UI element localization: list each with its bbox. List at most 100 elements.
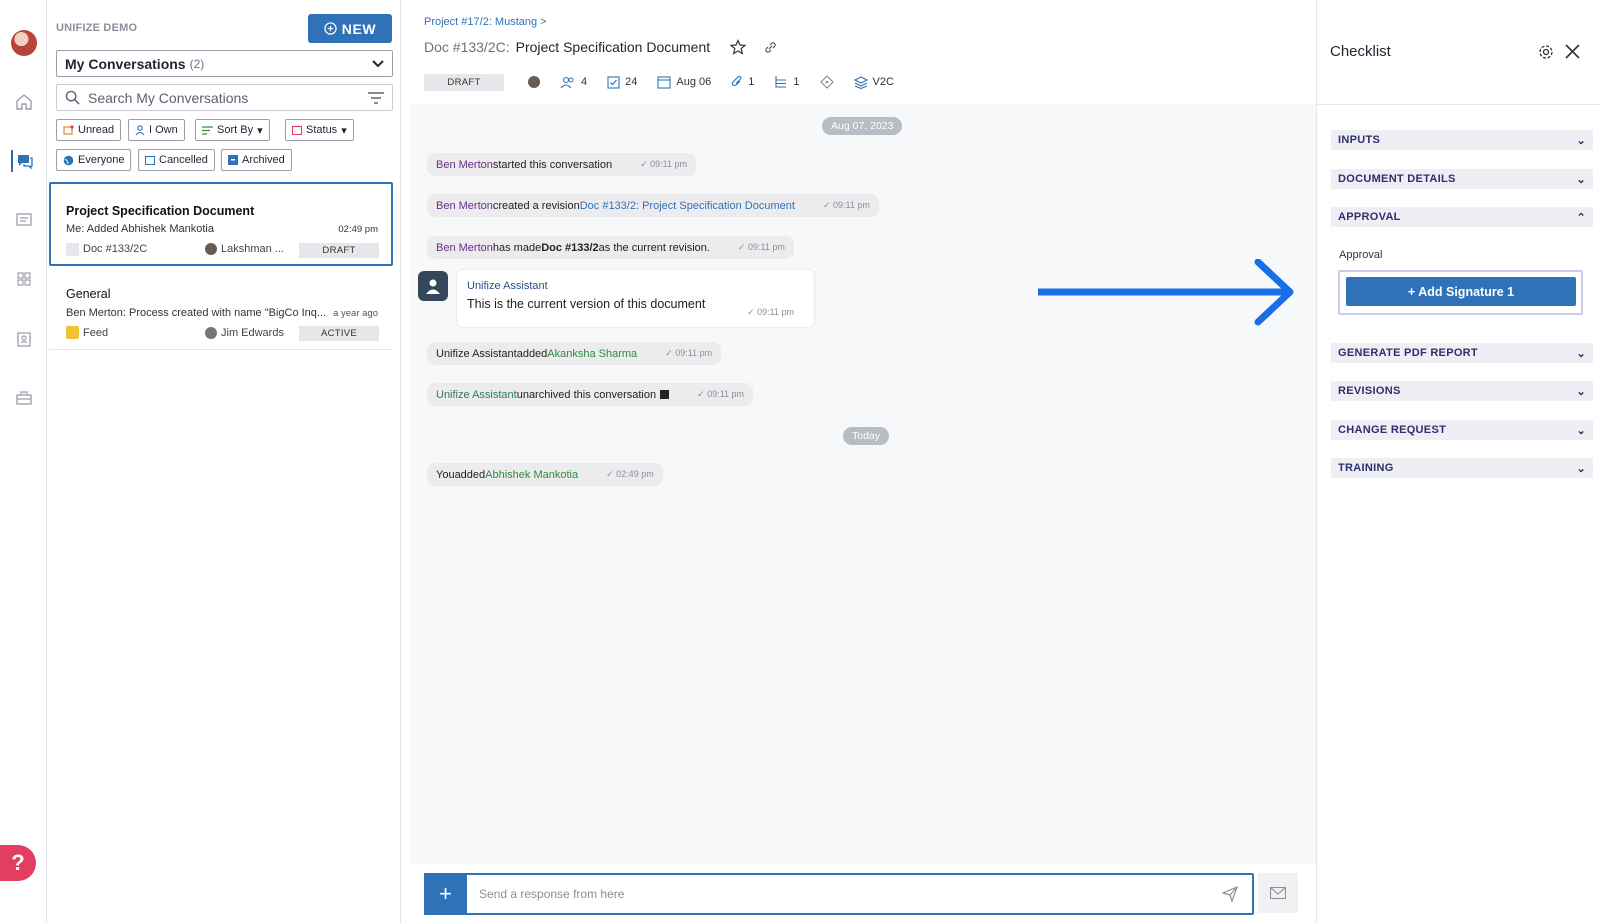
owner-avatar [205, 327, 217, 339]
chevron-down-icon [372, 59, 384, 67]
app-rail: ? [0, 0, 47, 923]
chat-message: Ben Merton has made Doc #133/2 as the cu… [427, 236, 794, 259]
flag-icon [63, 124, 74, 135]
arrow-right-icon [1038, 259, 1294, 326]
caret-down-icon: ▾ [341, 124, 347, 137]
org-name: UNIFIZE DEMO [56, 22, 138, 34]
checklist-icon [607, 76, 620, 89]
filter-icon[interactable] [368, 91, 384, 104]
owner-avatar [205, 243, 217, 255]
status-badge[interactable]: DRAFT [424, 73, 504, 91]
globe-icon [63, 155, 74, 165]
contacts-icon[interactable] [13, 328, 35, 350]
new-button[interactable]: NEW [308, 14, 392, 43]
conversation-list-pane: UNIFIZE DEMO NEW My Conversations (2) Se… [47, 0, 401, 923]
section-generate-pdf-report[interactable]: GENERATE PDF REPORT ⌄ [1331, 343, 1593, 363]
link-icon[interactable] [764, 41, 777, 54]
chevron-down-icon: ⌄ [1576, 347, 1586, 360]
date-divider: Today [843, 427, 890, 445]
gear-icon[interactable] [1538, 44, 1554, 60]
check-icon: ✓ [822, 200, 831, 210]
section-inputs[interactable]: INPUTS ⌄ [1331, 130, 1593, 150]
checklist-count[interactable]: 24 [607, 75, 637, 89]
email-button[interactable] [1258, 873, 1298, 913]
chat-message: Ben Merton created a revision Doc #133/2… [427, 194, 879, 217]
add-signature-button[interactable]: + Add Signature 1 [1346, 277, 1576, 306]
sort-by-chip[interactable]: Sort By ▾ [195, 119, 270, 141]
doc-info-bar: DRAFT 4 24 Aug 06 1 1 V2C [424, 72, 894, 92]
hierarchy-icon [775, 76, 787, 88]
chevron-down-icon: ⌄ [1576, 462, 1586, 475]
members-count[interactable]: 4 [560, 76, 587, 89]
chevron-down-icon: ⌄ [1576, 134, 1586, 147]
close-icon[interactable] [1565, 44, 1580, 59]
page-title: Doc #133/2C: Project Specification Docum… [424, 39, 777, 55]
send-icon[interactable] [1222, 886, 1238, 902]
status-filter-chip[interactable]: Status ▾ [285, 119, 354, 141]
chat-message: Ben Merton started this conversation ✓ 0… [427, 153, 697, 176]
status-badge: DRAFT [299, 243, 379, 258]
section-change-request[interactable]: CHANGE REQUEST ⌄ [1331, 420, 1593, 440]
chevron-down-icon: ⌄ [1576, 385, 1586, 398]
chat-icon[interactable] [11, 150, 37, 172]
briefcase-icon[interactable] [13, 387, 35, 409]
calendar-icon [657, 76, 671, 89]
i-own-filter-chip[interactable]: I Own [128, 119, 185, 141]
mail-icon [1270, 887, 1286, 899]
section-document-details[interactable]: DOCUMENT DETAILS ⌄ [1331, 169, 1593, 189]
view-selector[interactable]: My Conversations (2) [56, 50, 393, 77]
users-icon [560, 76, 574, 88]
check-icon: ✓ [640, 159, 648, 169]
version-tag[interactable]: V2C [853, 75, 894, 89]
paperclip-icon [732, 75, 742, 87]
cancelled-filter-chip[interactable]: Cancelled [138, 149, 215, 171]
message-composer[interactable]: + Send a response from here [424, 873, 1254, 915]
conversation-card[interactable]: General Ben Merton: Process created with… [49, 272, 393, 350]
assistant-message: Unifize Assistant This is the current ve… [457, 270, 814, 327]
breadcrumb[interactable]: Project #17/2: Mustang > [424, 16, 547, 28]
messages-icon[interactable] [13, 209, 35, 231]
chevron-up-icon: ⌃ [1576, 211, 1586, 224]
child-items-count[interactable]: 1 [774, 75, 800, 89]
attach-button[interactable]: + [424, 873, 467, 915]
attachments-count[interactable]: 1 [731, 75, 754, 89]
search-input[interactable]: Search My Conversations [56, 84, 393, 111]
user-avatar[interactable] [11, 30, 37, 56]
message-input[interactable]: Send a response from here [479, 887, 1222, 901]
chat-message: You added Abhishek Mankotia ✓ 02:49 pm [427, 463, 663, 486]
archive-icon [228, 155, 238, 165]
calendar-x-icon [145, 155, 155, 165]
assistant-avatar-icon [418, 271, 448, 301]
section-training[interactable]: TRAINING ⌄ [1331, 458, 1593, 478]
section-revisions[interactable]: REVISIONS ⌄ [1331, 381, 1593, 401]
dashboard-icon[interactable] [13, 268, 35, 290]
star-icon[interactable] [730, 39, 747, 55]
section-approval[interactable]: APPROVAL ⌃ [1331, 207, 1593, 227]
help-button[interactable]: ? [0, 845, 36, 881]
chevron-down-icon: ⌄ [1576, 424, 1586, 437]
archived-filter-chip[interactable]: Archived [221, 149, 292, 171]
revision-link[interactable]: Doc #133/2: Project Specification Docume… [580, 200, 795, 212]
feed-icon [66, 326, 79, 339]
plus-circle-icon [324, 22, 337, 35]
conversation-card[interactable]: Project Specification Document Me: Added… [49, 182, 393, 266]
due-date[interactable]: Aug 06 [657, 75, 711, 89]
caret-down-icon: ▾ [257, 124, 263, 137]
unread-filter-chip[interactable]: Unread [56, 119, 122, 141]
chevron-down-icon: ⌄ [1576, 173, 1586, 186]
checklist-title: Checklist [1330, 43, 1391, 60]
status-badge: ACTIVE [299, 326, 379, 341]
date-divider: Aug 07, 2023 [822, 117, 903, 135]
check-icon: ✓ [606, 469, 614, 479]
approval-field-label: Approval [1339, 249, 1383, 261]
calendar-icon [292, 125, 302, 135]
checklist-panel: Checklist INPUTS ⌄ DOCUMENT DETAILS ⌄ APPR… [1316, 0, 1600, 923]
check-icon: ✓ [665, 348, 673, 358]
archive-icon [660, 390, 670, 399]
everyone-filter-chip[interactable]: Everyone [56, 149, 132, 171]
home-icon[interactable] [13, 91, 35, 113]
layers-icon [853, 75, 868, 89]
sort-icon [202, 125, 213, 135]
priority-icon[interactable] [819, 75, 834, 89]
owner-avatar[interactable] [528, 76, 540, 88]
